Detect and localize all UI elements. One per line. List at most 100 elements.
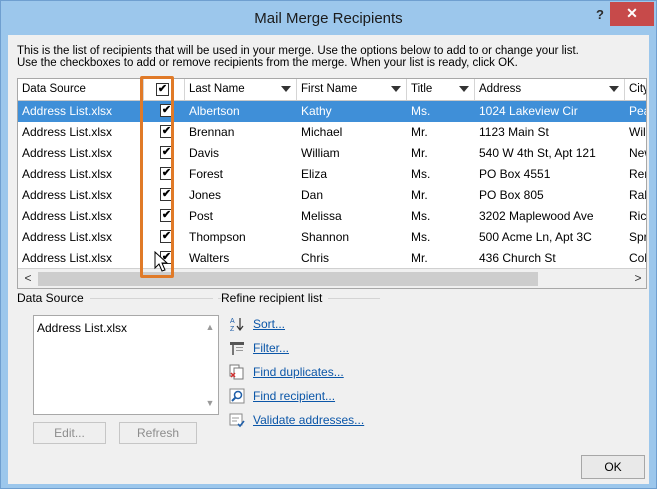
filter-link[interactable]: Filter...: [253, 341, 289, 355]
data-source-cell: Address List.xlsx: [22, 230, 113, 244]
data-source-cell: Address List.xlsx: [22, 209, 113, 223]
table-row[interactable]: Address List.xlsx Walters Chris Mr. 436 Chur…: [18, 248, 647, 269]
find-duplicates-link[interactable]: Find duplicates...: [253, 365, 344, 379]
scroll-right-icon[interactable]: >: [630, 271, 646, 287]
first-name-header-label: First Name: [301, 83, 358, 95]
city-cell: Wilmin: [629, 125, 646, 139]
title-cell: Ms.: [411, 230, 431, 244]
column-header-data-source[interactable]: Data Source: [18, 79, 144, 100]
data-source-list[interactable]: Address List.xlsx ▲ ▼: [33, 315, 219, 415]
first-name-cell: Shannon: [301, 230, 350, 244]
dialog-title: Mail Merge Recipients: [254, 10, 403, 27]
first-name-cell: Kathy: [301, 104, 332, 118]
title-cell: Mr.: [411, 146, 428, 160]
first-name-cell: Dan: [301, 188, 324, 202]
last-name-cell: Post: [189, 209, 214, 223]
last-name-cell: Albertson: [189, 104, 240, 118]
help-button[interactable]: ?: [591, 7, 609, 25]
address-cell: 500 Acme Ln, Apt 3C: [479, 230, 592, 244]
address-header-label: Address: [479, 83, 522, 95]
title-cell: Mr.: [411, 188, 428, 202]
title-cell: Mr.: [411, 251, 428, 265]
title-bar: Mail Merge Recipients ? ✕: [1, 1, 656, 35]
last-name-cell: Brennan: [189, 125, 235, 139]
checkbox-column-highlight: [140, 76, 174, 278]
city-cell: Richm: [629, 209, 647, 223]
address-cell: 3202 Maplewood Ave: [479, 209, 594, 223]
table-row[interactable]: Address List.xlsx Post Melissa Ms. 3202 Mapl…: [18, 206, 647, 227]
column-header-city[interactable]: City: [625, 79, 646, 100]
close-button[interactable]: ✕: [610, 2, 654, 26]
column-header-title[interactable]: Title: [407, 79, 475, 100]
first-name-cell: Chris: [301, 251, 330, 265]
table-row[interactable]: Address List.xlsx Thompson Shannon Ms. 500 A…: [18, 227, 647, 248]
find-duplicates-icon: [229, 364, 244, 380]
first-name-cell: William: [301, 146, 340, 160]
table-header: Data Source ✔ Last Name First Name Title…: [18, 79, 646, 101]
mail-merge-recipients-dialog: Mail Merge Recipients ? ✕ This is the li…: [0, 0, 657, 489]
last-name-cell: Walters: [189, 251, 230, 265]
last-name-dropdown-icon[interactable]: [281, 86, 291, 92]
address-dropdown-icon[interactable]: [609, 86, 619, 92]
column-header-address[interactable]: Address: [475, 79, 625, 100]
first-name-cell: Michael: [301, 125, 343, 139]
title-header-label: Title: [411, 83, 433, 95]
intro-line-1: This is the list of recipients that will…: [17, 45, 579, 57]
address-cell: 436 Church St: [479, 251, 556, 265]
dialog-body: This is the list of recipients that will…: [8, 35, 649, 484]
first-name-cell: Eliza: [301, 167, 328, 181]
city-cell: Raleigh: [629, 188, 647, 202]
column-header-last-name[interactable]: Last Name: [185, 79, 297, 100]
data-source-cell: Address List.xlsx: [22, 188, 113, 202]
last-name-cell: Jones: [189, 188, 222, 202]
title-cell: Ms.: [411, 209, 431, 223]
table-row[interactable]: Address List.xlsx Brennan Michael Mr. 1123 M…: [18, 122, 646, 143]
data-source-label: Data Source: [17, 291, 90, 305]
last-name-cell: Davis: [189, 146, 220, 160]
data-source-cell: Address List.xlsx: [22, 167, 113, 181]
intro-text: This is the list of recipients that will…: [17, 45, 647, 69]
city-cell: Reno: [629, 167, 646, 181]
scroll-left-icon[interactable]: <: [20, 271, 36, 287]
address-cell: 1123 Main St: [479, 125, 549, 139]
ok-button[interactable]: OK: [581, 455, 645, 479]
svg-text:Z: Z: [230, 326, 235, 332]
title-dropdown-icon[interactable]: [459, 86, 469, 92]
table-row[interactable]: Address List.xlsx Albertson Kathy Ms. 1024 L…: [18, 101, 646, 122]
address-cell: PO Box 4551: [479, 167, 551, 181]
data-source-cell: Address List.xlsx: [22, 104, 113, 118]
title-cell: Ms.: [411, 167, 431, 181]
sort-icon: A Z: [230, 318, 244, 332]
first-name-cell: Melissa: [301, 209, 342, 223]
address-cell: 540 W 4th St, Apt 121: [479, 146, 596, 160]
city-cell: Peacht: [629, 104, 646, 118]
city-cell: Colum: [629, 251, 647, 265]
validate-addresses-icon: [229, 413, 245, 428]
edit-button[interactable]: Edit...: [33, 422, 106, 444]
refine-label: Refine recipient list: [221, 291, 329, 305]
last-name-header-label: Last Name: [189, 83, 245, 95]
list-scroll-down-icon[interactable]: ▼: [205, 398, 215, 408]
filter-icon: [230, 342, 244, 355]
table-row[interactable]: Address List.xlsx Davis William Mr. 540 W 4t…: [18, 143, 646, 164]
last-name-cell: Forest: [189, 167, 224, 181]
data-source-item[interactable]: Address List.xlsx: [37, 321, 127, 335]
table-row[interactable]: Address List.xlsx Forest Eliza Ms. PO Box 45…: [18, 164, 646, 185]
intro-line-2: Use the checkboxes to add or remove reci…: [17, 57, 518, 69]
address-cell: 1024 Lakeview Cir: [479, 104, 578, 118]
column-header-first-name[interactable]: First Name: [297, 79, 407, 100]
city-cell: New Y: [629, 146, 646, 160]
refresh-button[interactable]: Refresh: [119, 422, 197, 444]
scrollbar-thumb[interactable]: [38, 272, 538, 286]
horizontal-scrollbar[interactable]: < >: [18, 268, 646, 288]
first-name-dropdown-icon[interactable]: [391, 86, 401, 92]
mouse-cursor-icon: [154, 251, 169, 272]
city-cell: Spring: [629, 230, 647, 244]
find-recipient-link[interactable]: Find recipient...: [253, 389, 335, 403]
list-scroll-up-icon[interactable]: ▲: [205, 322, 215, 332]
sort-link[interactable]: Sort...: [253, 317, 285, 331]
data-source-cell: Address List.xlsx: [22, 251, 113, 265]
data-source-cell: Address List.xlsx: [22, 125, 113, 139]
validate-addresses-link[interactable]: Validate addresses...: [253, 413, 364, 427]
table-row[interactable]: Address List.xlsx Jones Dan Mr. PO Box 805 Ra…: [18, 185, 647, 206]
